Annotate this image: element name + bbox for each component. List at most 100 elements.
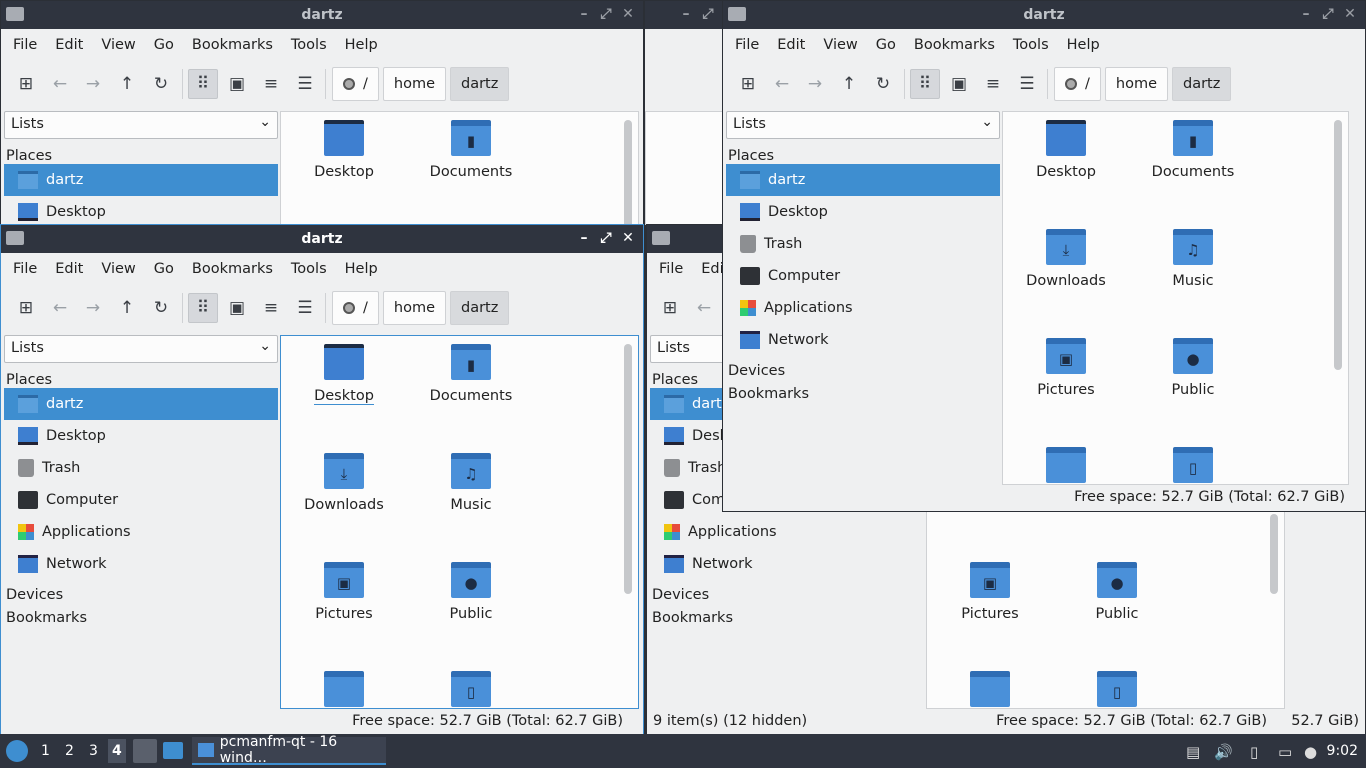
file-item-desktop[interactable]: Desktop: [1011, 120, 1121, 180]
back-icon[interactable]: ←: [45, 69, 75, 99]
path-segment-dartz[interactable]: dartz: [1172, 67, 1232, 101]
path-root[interactable]: /: [332, 67, 379, 101]
file-view[interactable]: Desktop ▮ Documents ⤓ Downloads ♫ Music ▣ Pi…: [1002, 111, 1349, 485]
menu-file[interactable]: File: [726, 37, 768, 53]
compact-view-icon[interactable]: ≡: [256, 69, 286, 99]
menu-file[interactable]: File: [4, 37, 46, 53]
sidebar-item-applications[interactable]: Applications: [650, 516, 924, 548]
detailed-view-icon[interactable]: ☰: [1012, 69, 1042, 99]
menu-go[interactable]: Go: [867, 37, 905, 53]
menu-go[interactable]: Go: [145, 261, 183, 277]
clock[interactable]: 9:02: [1327, 743, 1358, 759]
forward-icon[interactable]: →: [78, 293, 108, 323]
menu-tools[interactable]: Tools: [282, 261, 336, 277]
file-item-public[interactable]: ● Public: [1138, 338, 1248, 398]
menu-view[interactable]: View: [92, 37, 144, 53]
sidebar-item-applications[interactable]: Applications: [726, 292, 1000, 324]
scrollbar[interactable]: [624, 344, 632, 594]
devices-header[interactable]: Devices: [650, 580, 924, 603]
sidebar-item-dartz[interactable]: dartz: [4, 388, 278, 420]
maximize-icon[interactable]: ⤢: [597, 229, 615, 247]
file-manager-window-active[interactable]: dartz – ⤢ ✕ File Edit View Go Bookmarks To…: [0, 224, 644, 736]
sidebar-item-computer[interactable]: Computer: [4, 484, 278, 516]
devices-header[interactable]: Devices: [4, 580, 278, 603]
file-item-pictures[interactable]: ▣ Pictures: [289, 562, 399, 622]
path-segment-dartz[interactable]: dartz: [450, 291, 510, 325]
menu-view[interactable]: View: [92, 261, 144, 277]
file-item-pictures[interactable]: ▣ Pictures: [935, 562, 1045, 622]
file-item-downloads[interactable]: ⤓ Downloads: [1011, 229, 1121, 289]
close-icon[interactable]: ✕: [619, 229, 637, 247]
file-item-documents[interactable]: ▮ Documents: [1138, 120, 1248, 180]
close-icon[interactable]: ✕: [1341, 5, 1359, 23]
file-item-desktop[interactable]: Desktop: [289, 344, 399, 405]
places-header[interactable]: Places: [4, 141, 278, 164]
file-item-music[interactable]: ♫ Music: [416, 453, 526, 513]
menu-tools[interactable]: Tools: [282, 37, 336, 53]
scrollbar[interactable]: [624, 120, 632, 225]
maximize-icon[interactable]: ⤢: [597, 5, 615, 23]
sidebar-item-trash[interactable]: Trash: [726, 228, 1000, 260]
menu-edit[interactable]: Edit: [46, 261, 92, 277]
menu-bookmarks[interactable]: Bookmarks: [183, 37, 282, 53]
thumbnail-view-icon[interactable]: ▣: [944, 69, 974, 99]
bookmarks-header[interactable]: Bookmarks: [650, 603, 924, 626]
icon-view-icon[interactable]: ⠿: [188, 69, 218, 99]
sidebar-item-desktop[interactable]: Desktop: [726, 196, 1000, 228]
new-tab-icon[interactable]: ⊞: [11, 69, 41, 99]
network-status-icon[interactable]: ▭: [1278, 743, 1292, 761]
window-titlebar[interactable]: – ⤢: [645, 1, 723, 29]
file-manager-window-strip[interactable]: – ⤢: [644, 0, 724, 226]
sidebar-item-trash[interactable]: Trash: [4, 452, 278, 484]
sidebar-item-applications[interactable]: Applications: [4, 516, 278, 548]
workspace-3[interactable]: 3: [89, 743, 98, 759]
menu-file[interactable]: File: [4, 261, 46, 277]
menu-tools[interactable]: Tools: [1004, 37, 1058, 53]
path-segment-home[interactable]: home: [382, 67, 446, 101]
sidebar-item-dartz[interactable]: dartz: [4, 164, 278, 196]
sidebar-item-network[interactable]: Network: [650, 548, 924, 580]
menu-help[interactable]: Help: [336, 261, 387, 277]
thumbnail-view-icon[interactable]: ▣: [222, 293, 252, 323]
side-pane-mode-select[interactable]: Lists ⌄: [726, 111, 1000, 139]
workspace-1[interactable]: 1: [41, 743, 50, 759]
bookmarks-header[interactable]: Bookmarks: [4, 603, 278, 626]
reload-icon[interactable]: ↻: [146, 293, 176, 323]
menu-bookmarks[interactable]: Bookmarks: [905, 37, 1004, 53]
side-pane-mode-select[interactable]: Lists ⌄: [4, 111, 278, 139]
file-item-desktop[interactable]: Desktop: [289, 120, 399, 180]
new-tab-icon[interactable]: ⊞: [733, 69, 763, 99]
maximize-icon[interactable]: ⤢: [1319, 5, 1337, 23]
file-view[interactable]: [645, 111, 723, 225]
places-header[interactable]: Places: [4, 365, 278, 388]
sidebar-item-network[interactable]: Network: [4, 548, 278, 580]
forward-icon[interactable]: →: [800, 69, 830, 99]
side-pane-mode-select[interactable]: Lists ⌄: [4, 335, 278, 363]
file-item-pictures[interactable]: ▣ Pictures: [1011, 338, 1121, 398]
compact-view-icon[interactable]: ≡: [256, 293, 286, 323]
file-item-music[interactable]: ♫ Music: [1138, 229, 1248, 289]
path-segment-home[interactable]: home: [1104, 67, 1168, 101]
notification-icon[interactable]: ●: [1304, 743, 1317, 761]
minimize-icon[interactable]: –: [677, 5, 695, 23]
menu-help[interactable]: Help: [336, 37, 387, 53]
menu-edit[interactable]: Edit: [768, 37, 814, 53]
minimize-icon[interactable]: –: [575, 229, 593, 247]
up-icon[interactable]: ↑: [112, 69, 142, 99]
window-titlebar[interactable]: dartz – ⤢ ✕: [1, 1, 643, 29]
clipboard-icon[interactable]: ▯: [1250, 743, 1258, 761]
menu-help[interactable]: Help: [1058, 37, 1109, 53]
file-manager-window-back[interactable]: dartz – ⤢ ✕ File Edit View Go Bookmarks To…: [0, 0, 644, 226]
file-item-public[interactable]: ● Public: [416, 562, 526, 622]
removable-media-icon[interactable]: ▤: [1186, 743, 1200, 761]
window-titlebar[interactable]: dartz – ⤢ ✕: [1, 225, 643, 253]
maximize-icon[interactable]: ⤢: [699, 5, 717, 23]
reload-icon[interactable]: ↻: [146, 69, 176, 99]
volume-icon[interactable]: 🔊: [1214, 743, 1233, 761]
compact-view-icon[interactable]: ≡: [978, 69, 1008, 99]
detailed-view-icon[interactable]: ☰: [290, 293, 320, 323]
back-icon[interactable]: ←: [689, 293, 719, 323]
close-icon[interactable]: ✕: [619, 5, 637, 23]
sidebar-item-computer[interactable]: Computer: [726, 260, 1000, 292]
file-item-documents[interactable]: ▮ Documents: [416, 344, 526, 404]
